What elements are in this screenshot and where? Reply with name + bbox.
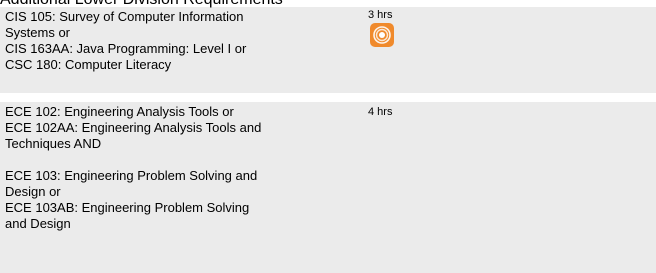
- audio-play-icon-graphic: [373, 26, 391, 44]
- course-line: Design or: [5, 184, 61, 199]
- requirement-row: ECE 102: Engineering Analysis Tools or E…: [0, 102, 656, 273]
- course-line: CIS 163AA: Java Programming: Level I or: [5, 41, 247, 56]
- course-list: CIS 105: Survey of Computer Information …: [5, 9, 335, 73]
- course-line: Systems or: [5, 25, 71, 40]
- course-line: CSC 180: Computer Literacy: [5, 57, 172, 72]
- audio-play-icon[interactable]: [370, 23, 394, 47]
- course-line: ECE 102AA: Engineering Analysis Tools an…: [5, 120, 262, 135]
- course-list: ECE 102: Engineering Analysis Tools or E…: [5, 104, 335, 232]
- course-line: ECE 102: Engineering Analysis Tools or: [5, 104, 234, 119]
- course-line: Techniques AND: [5, 136, 102, 151]
- course-line: ECE 103: Engineering Problem Solving and: [5, 168, 258, 183]
- requirement-row: CIS 105: Survey of Computer Information …: [0, 7, 656, 93]
- course-line: and Design: [5, 216, 71, 231]
- credit-hours: 3 hrs: [368, 9, 393, 21]
- section-heading: Additional Lower Division Requirements: [0, 0, 283, 9]
- requirements-page: CIS 105: Survey of Computer Information …: [0, 0, 656, 273]
- course-line: CIS 105: Survey of Computer Information: [5, 9, 244, 24]
- course-line: ECE 103AB: Engineering Problem Solving: [5, 200, 250, 215]
- credit-hours: 4 hrs: [368, 106, 393, 118]
